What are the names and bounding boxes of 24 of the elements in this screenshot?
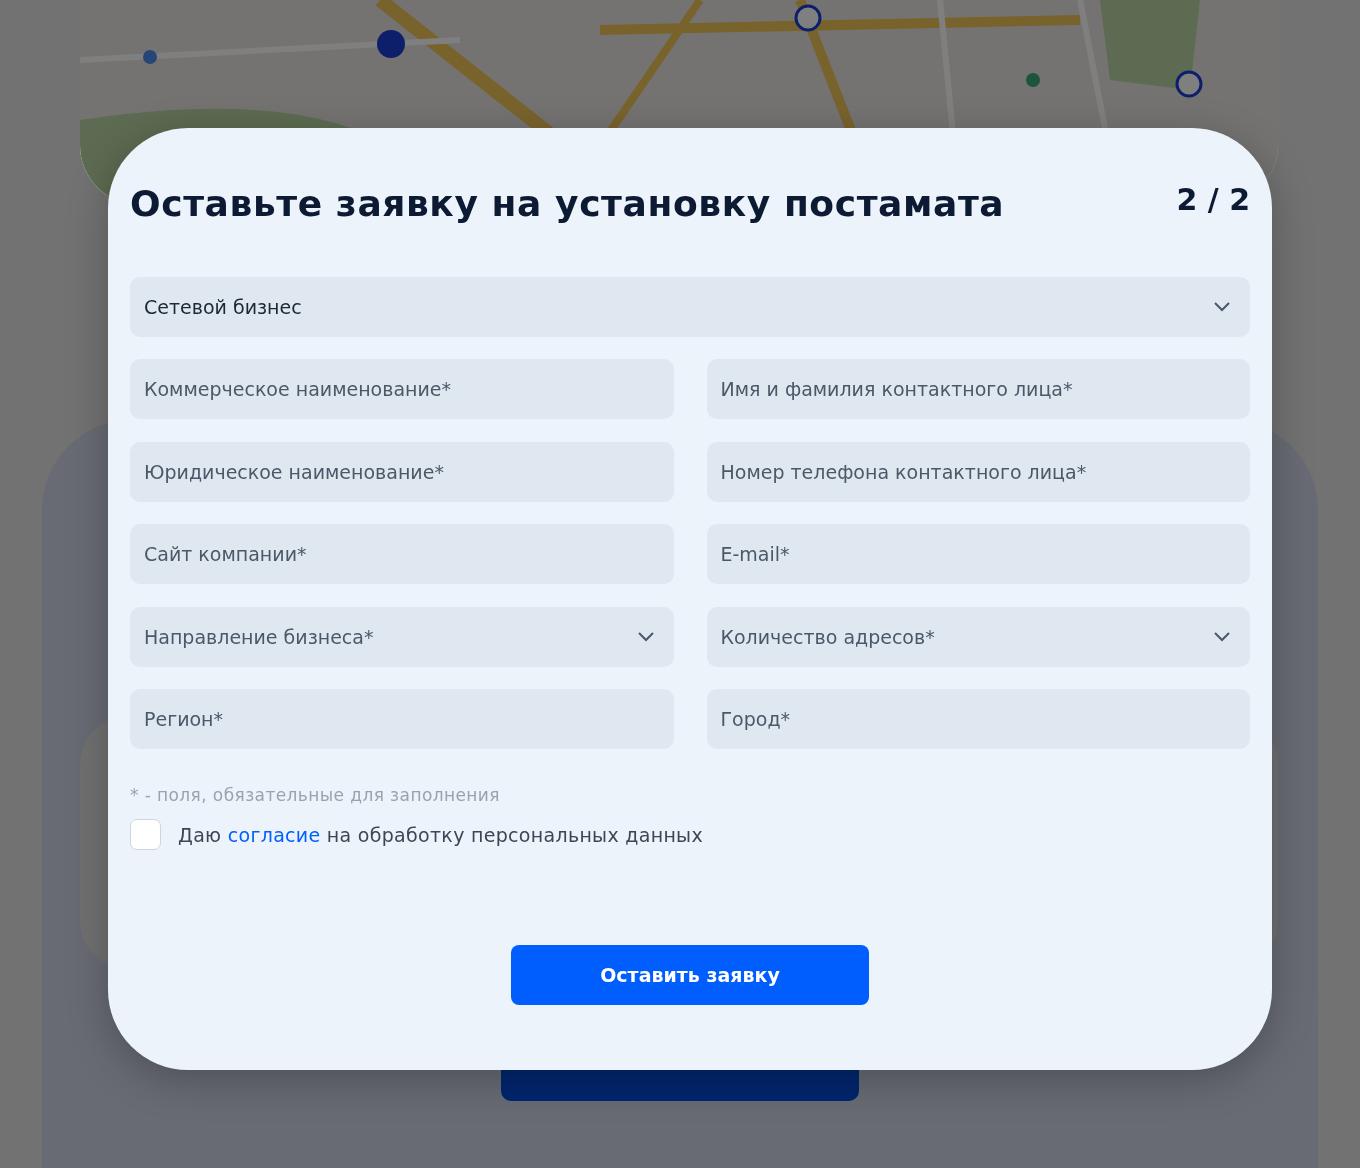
input-field[interactable]: Регион*: [130, 689, 674, 749]
input-field[interactable]: Коммерческое наименование*: [130, 359, 674, 419]
required-note: * - поля, обязательные для заполнения: [130, 785, 501, 805]
input-field[interactable]: Имя и фамилия контактного лица*: [706, 359, 1250, 419]
input-field[interactable]: Город*: [706, 689, 1250, 749]
select-placeholder: Направление бизнеса*: [144, 625, 374, 648]
select-field[interactable]: Количество адресов*: [706, 606, 1250, 667]
chevron-down-icon: [1214, 631, 1230, 642]
business-type-select[interactable]: Сетевой бизнес: [130, 277, 1250, 337]
consent-text: Даю согласие на обработку персональных данных: [178, 823, 703, 846]
input-field[interactable]: Юридическое наименование*: [130, 441, 674, 502]
chevron-down-icon: [637, 631, 654, 642]
consent-checkbox[interactable]: [130, 819, 161, 850]
modal-title: Оставьте заявку на установку постамата: [130, 182, 1005, 226]
input-field[interactable]: Сайт компании*: [130, 524, 674, 584]
select-field[interactable]: Направление бизнеса*: [130, 606, 674, 667]
consent-link[interactable]: согласие: [227, 823, 321, 846]
select-value: Сетевой бизнес: [144, 296, 302, 318]
submit-button[interactable]: Оставить заявку: [511, 945, 869, 1005]
step-counter: 2 / 2: [1176, 181, 1250, 219]
input-field[interactable]: Номер телефона контактного лица*: [706, 441, 1250, 502]
select-placeholder: Количество адресов*: [720, 625, 935, 648]
chevron-down-icon: [1214, 302, 1230, 312]
input-field[interactable]: E-mail*: [706, 524, 1250, 584]
